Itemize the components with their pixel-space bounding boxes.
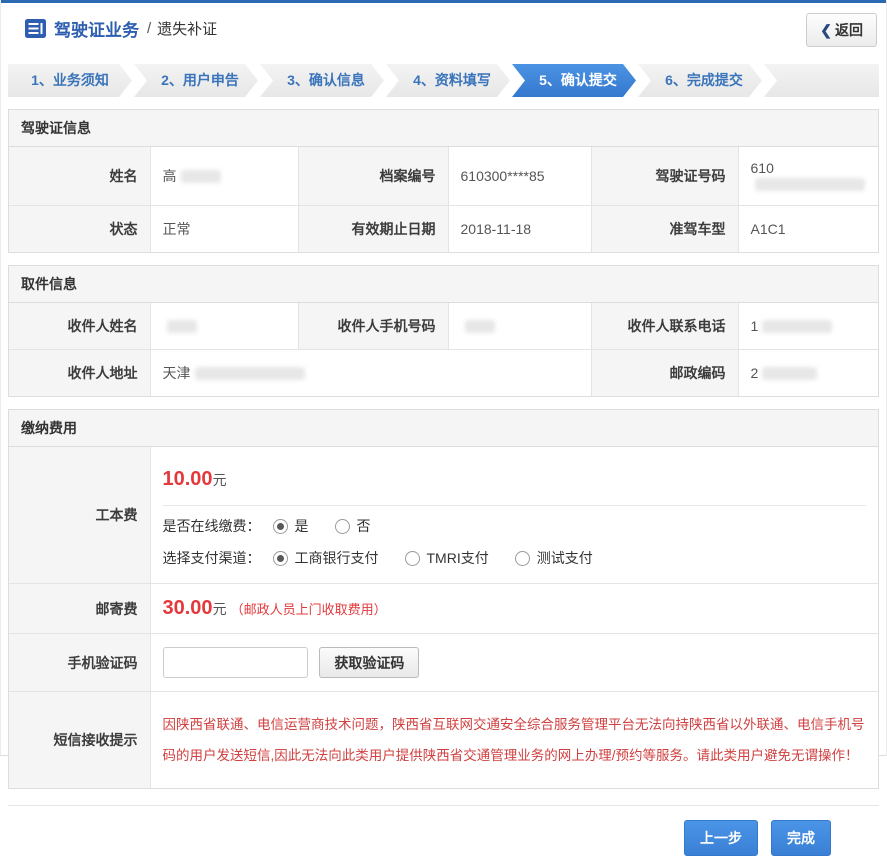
get-code-button[interactable]: 获取验证码	[319, 647, 419, 678]
table-row: 收件人地址 天津 邮政编码 2	[9, 350, 878, 397]
postal-fee-amount: 30.00	[163, 597, 213, 619]
step-1-business-notice[interactable]: 1、业务须知	[8, 64, 132, 97]
header: 驾驶证业务 / 遗失补证 ❮返回	[1, 3, 886, 53]
step-6-complete-submit[interactable]: 6、完成提交	[638, 64, 762, 97]
footer-actions: 上一步 完成	[8, 805, 879, 856]
status-value: 正常	[150, 206, 298, 253]
step-5-confirm-submit[interactable]: 5、确认提交	[512, 64, 636, 97]
previous-step-button[interactable]: 上一步	[684, 820, 758, 856]
table-row: 工本费 10.00元 是否在线缴费： 是 否 选择支付渠道：	[9, 447, 878, 584]
expiry-label: 有效期止日期	[298, 206, 448, 253]
radio-icon[interactable]	[335, 519, 350, 534]
postal-fee-label: 邮寄费	[9, 584, 150, 634]
payment-section: 缴纳费用 工本费 10.00元 是否在线缴费： 是 否	[8, 409, 879, 789]
sms-notice-cell: 因陕西省联通、电信运营商技术问题，陕西省互联网交通安全综合服务管理平台无法向持陕…	[150, 692, 878, 789]
back-button-label: 返回	[835, 22, 863, 38]
license-table: 姓名 高 档案编号 610300****85 驾驶证号码 610 状态 正常 有…	[9, 147, 878, 252]
radio-channel-tmri[interactable]: TMRI支付	[405, 548, 489, 568]
sms-notice-text: 因陕西省联通、电信运营商技术问题，陕西省互联网交通安全综合服务管理平台无法向持陕…	[163, 705, 867, 775]
vehicle-type-value: A1C1	[738, 206, 878, 253]
table-row: 收件人姓名 收件人手机号码 收件人联系电话 1	[9, 303, 878, 350]
verification-code-label: 手机验证码	[9, 634, 150, 692]
file-number-label: 档案编号	[298, 147, 448, 206]
pickup-info-section: 取件信息 收件人姓名 收件人手机号码 收件人联系电话 1 收件人地址 天津 邮政…	[8, 265, 879, 397]
recipient-mobile-label: 收件人手机号码	[298, 303, 448, 350]
table-row: 状态 正常 有效期止日期 2018-11-18 准驾车型 A1C1	[9, 206, 878, 253]
name-value: 高	[150, 147, 298, 206]
page-title: 驾驶证业务	[54, 16, 139, 41]
radio-icon[interactable]	[515, 551, 530, 566]
name-label: 姓名	[9, 147, 150, 206]
postal-fee-cell: 30.00元 （邮政人员上门收取费用）	[150, 584, 878, 634]
breadcrumb-separator: /	[147, 20, 151, 37]
redacted-blur	[195, 367, 305, 380]
pay-channel-question: 选择支付渠道：	[163, 548, 261, 568]
pickup-table: 收件人姓名 收件人手机号码 收件人联系电话 1 收件人地址 天津 邮政编码 2	[9, 303, 878, 396]
license-info-section: 驾驶证信息 姓名 高 档案编号 610300****85 驾驶证号码 610 状…	[8, 109, 879, 253]
license-section-title: 驾驶证信息	[9, 110, 878, 147]
pay-channel-question-row: 选择支付渠道： 工商银行支付 TMRI支付 测试支付	[163, 538, 867, 570]
radio-icon[interactable]	[405, 551, 420, 566]
step-wizard: 1、业务须知 2、用户申告 3、确认信息 4、资料填写 5、确认提交 6、完成提…	[8, 64, 879, 97]
license-number-label: 驾驶证号码	[591, 147, 738, 206]
postcode-label: 邮政编码	[591, 350, 738, 397]
radio-online-no[interactable]: 否	[335, 516, 371, 536]
table-row: 手机验证码 获取验证码	[9, 634, 878, 692]
recipient-mobile-value	[448, 303, 591, 350]
back-button[interactable]: ❮返回	[806, 13, 877, 47]
pickup-section-title: 取件信息	[9, 266, 878, 303]
radio-channel-test[interactable]: 测试支付	[515, 548, 593, 568]
breadcrumb-current: 遗失补证	[157, 18, 217, 39]
chevron-left-icon: ❮	[820, 22, 832, 38]
sms-notice-label: 短信接收提示	[9, 692, 150, 789]
expiry-value: 2018-11-18	[448, 206, 591, 253]
table-row: 邮寄费 30.00元 （邮政人员上门收取费用）	[9, 584, 878, 634]
cost-fee-unit: 元	[213, 472, 227, 488]
redacted-blur	[762, 367, 817, 380]
page: 驾驶证业务 / 遗失补证 ❮返回 1、业务须知 2、用户申告 3、确认信息 4、…	[0, 0, 887, 756]
vehicle-type-label: 准驾车型	[591, 206, 738, 253]
payment-section-title: 缴纳费用	[9, 410, 878, 447]
step-4-fill-materials[interactable]: 4、资料填写	[386, 64, 510, 97]
cost-fee-amount: 10.00	[163, 468, 213, 490]
postcode-value: 2	[738, 350, 878, 397]
cost-fee-label: 工本费	[9, 447, 150, 584]
status-label: 状态	[9, 206, 150, 253]
online-pay-question: 是否在线缴费：	[163, 516, 261, 536]
redacted-blur	[755, 178, 865, 191]
redacted-blur	[181, 170, 221, 183]
redacted-blur	[762, 320, 832, 333]
list-icon	[25, 19, 46, 38]
license-number-value: 610	[738, 147, 878, 206]
recipient-name-label: 收件人姓名	[9, 303, 150, 350]
radio-icon[interactable]	[273, 519, 288, 534]
payment-table: 工本费 10.00元 是否在线缴费： 是 否 选择支付渠道：	[9, 447, 878, 788]
redacted-blur	[167, 320, 197, 333]
radio-online-yes[interactable]: 是	[273, 516, 309, 536]
finish-button[interactable]: 完成	[771, 820, 831, 856]
recipient-phone-value: 1	[738, 303, 878, 350]
recipient-name-value	[150, 303, 298, 350]
verification-code-cell: 获取验证码	[150, 634, 878, 692]
radio-icon[interactable]	[273, 551, 288, 566]
cost-fee-cell: 10.00元 是否在线缴费： 是 否 选择支付渠道： 工商银行支付 TMRI支付…	[150, 447, 878, 584]
postal-fee-unit: 元	[213, 601, 227, 617]
step-bar-filler	[764, 64, 879, 97]
recipient-address-label: 收件人地址	[9, 350, 150, 397]
step-2-user-declaration[interactable]: 2、用户申告	[134, 64, 258, 97]
file-number-value: 610300****85	[448, 147, 591, 206]
recipient-phone-label: 收件人联系电话	[591, 303, 738, 350]
radio-channel-icbc[interactable]: 工商银行支付	[273, 548, 379, 568]
table-row: 短信接收提示 因陕西省联通、电信运营商技术问题，陕西省互联网交通安全综合服务管理…	[9, 692, 878, 789]
recipient-address-value: 天津	[150, 350, 591, 397]
redacted-blur	[465, 320, 495, 333]
table-row: 姓名 高 档案编号 610300****85 驾驶证号码 610	[9, 147, 878, 206]
postal-fee-note: （邮政人员上门收取费用）	[231, 602, 387, 617]
online-pay-question-row: 是否在线缴费： 是 否	[163, 506, 867, 538]
step-3-confirm-info[interactable]: 3、确认信息	[260, 64, 384, 97]
verification-code-input[interactable]	[163, 647, 308, 678]
